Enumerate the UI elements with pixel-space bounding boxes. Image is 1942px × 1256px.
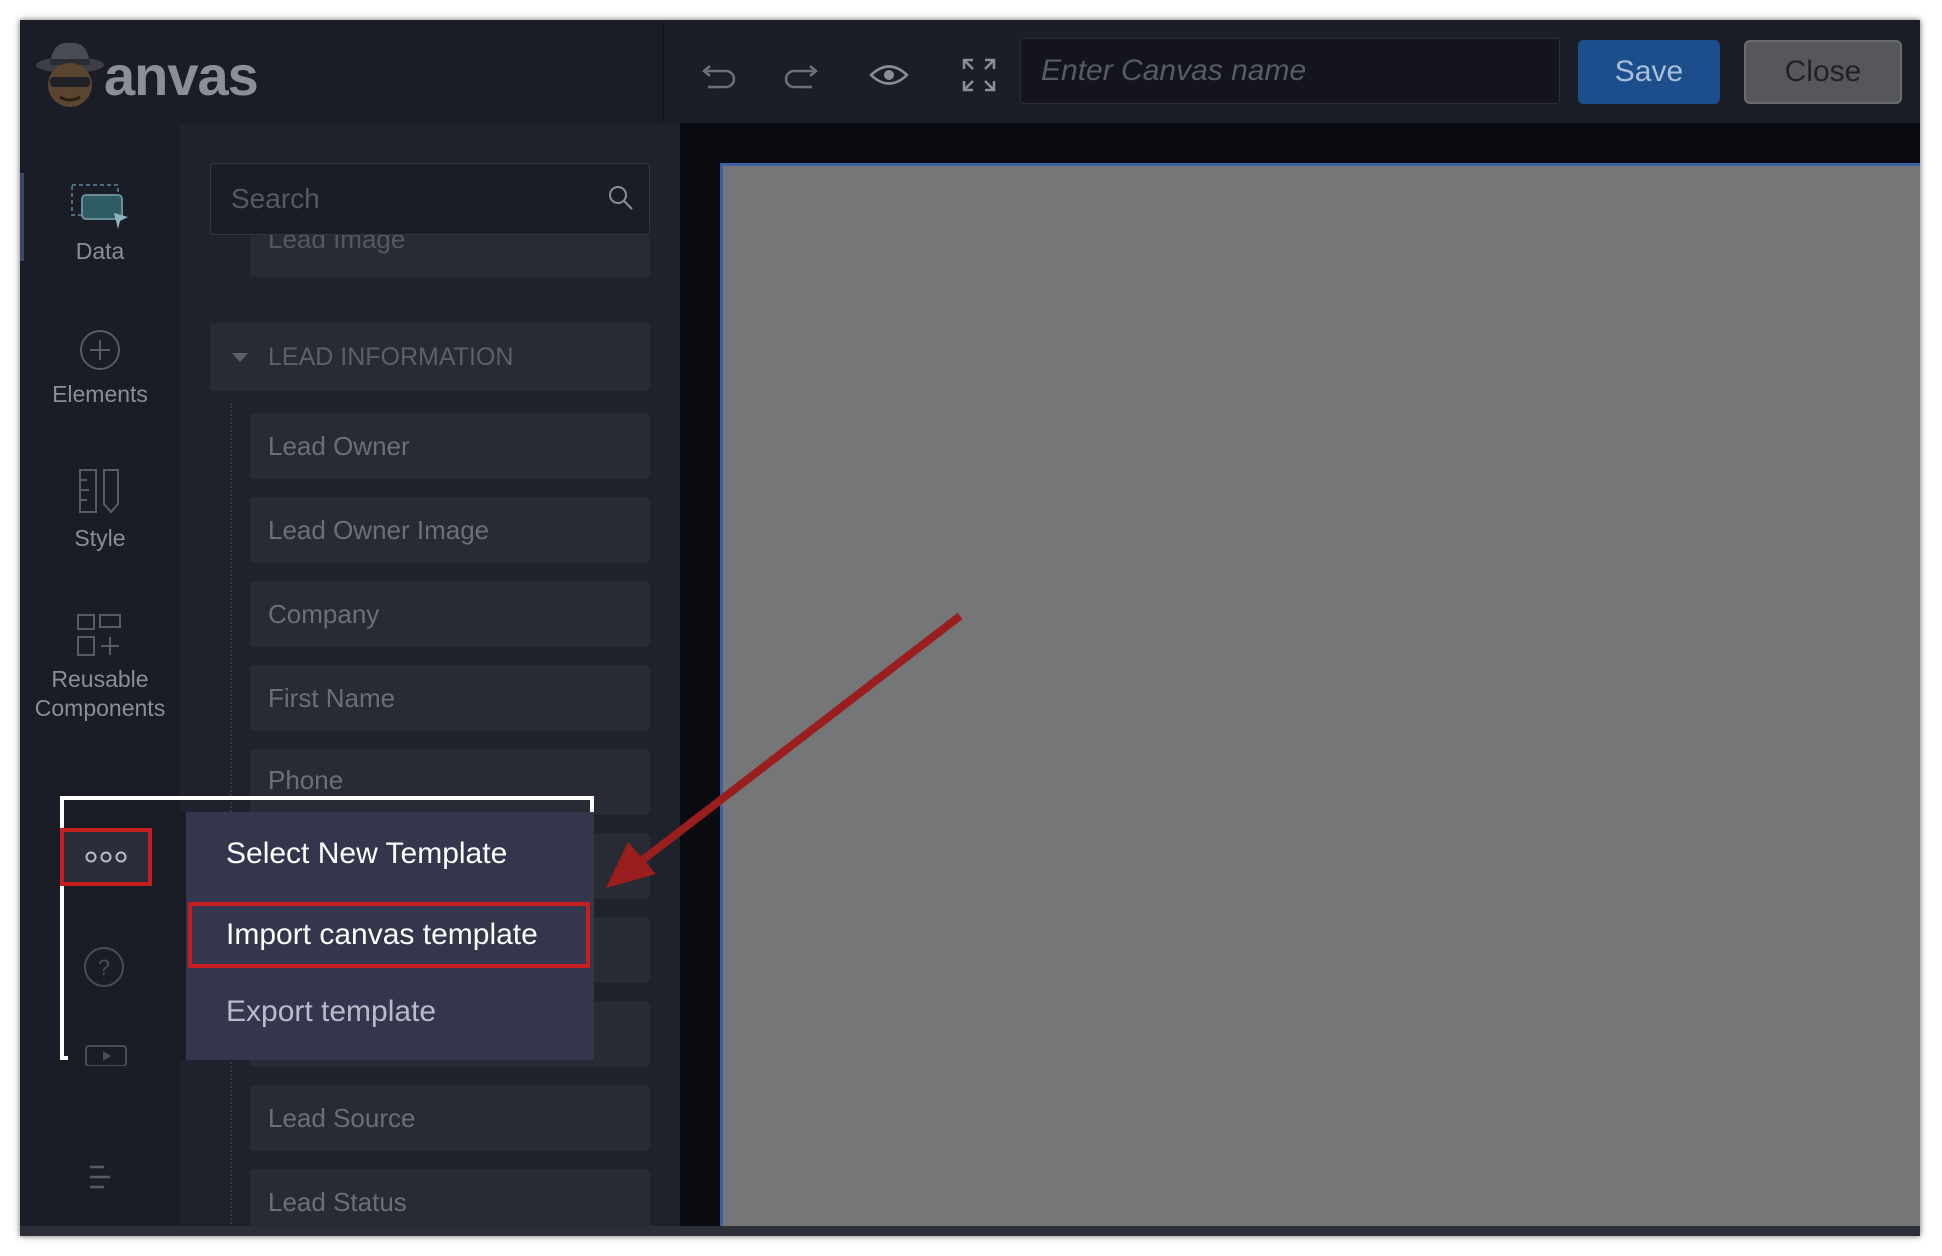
preview-button[interactable] (866, 52, 912, 98)
search-box (210, 163, 650, 235)
field-company[interactable]: Company (250, 581, 650, 647)
help-icon[interactable]: ? (82, 945, 126, 989)
field-first-name[interactable]: First Name (250, 665, 650, 731)
undo-button[interactable] (696, 52, 742, 98)
spy-mascot-icon (36, 42, 104, 107)
nav-elements-label: Elements (52, 381, 148, 407)
design-canvas[interactable] (720, 163, 1920, 1236)
hamburger-icon (90, 1165, 110, 1189)
top-toolbar: anvas Save Close (20, 20, 1920, 123)
save-button[interactable]: Save (1578, 40, 1720, 104)
more-options-button[interactable] (60, 828, 152, 886)
field-partial[interactable]: Lead Image (250, 235, 650, 277)
nav-style-label: Style (74, 525, 126, 551)
svg-text:?: ? (98, 955, 110, 980)
logo-area: anvas (20, 20, 664, 123)
field-lead-owner[interactable]: Lead Owner (250, 413, 650, 479)
more-dots-icon (85, 851, 127, 863)
canvas-workspace (680, 123, 1920, 1236)
menu-lines-button[interactable] (88, 1163, 112, 1196)
left-nav: Data Elements Style Reusable Components (20, 123, 181, 1236)
section-lead-information[interactable]: LEAD INFORMATION (210, 323, 650, 391)
data-panel: Lead Image LEAD INFORMATION Lead Owner L… (180, 123, 680, 1236)
nav-data-label: Data (75, 238, 125, 264)
nav-reusable-label-2: Components (34, 695, 166, 721)
canvas-name-input[interactable] (1020, 38, 1560, 104)
nav-style[interactable]: Style (20, 468, 180, 553)
redo-icon (784, 65, 818, 89)
import-highlight-box (188, 902, 590, 968)
redo-button[interactable] (778, 52, 824, 98)
logo-text: anvas (104, 43, 259, 107)
components-icon (77, 614, 121, 656)
bottom-status-bar (20, 1226, 1920, 1236)
menu-select-new-template[interactable]: Select New Template (226, 824, 507, 884)
nav-reusable-components[interactable]: Reusable Components (20, 613, 180, 723)
nav-reusable-label-1: Reusable (51, 666, 149, 692)
nav-data[interactable]: Data (20, 183, 180, 266)
field-lead-source[interactable]: Lead Source (250, 1085, 650, 1151)
search-input[interactable] (211, 164, 601, 234)
plus-circle-icon (80, 330, 120, 370)
eye-icon (869, 65, 909, 85)
field-lead-owner-image[interactable]: Lead Owner Image (250, 497, 650, 563)
nav-elements[interactable]: Elements (20, 328, 180, 409)
video-icon[interactable] (84, 1044, 128, 1066)
data-select-icon (71, 184, 128, 229)
caret-down-icon (232, 353, 248, 362)
undo-icon (702, 65, 736, 89)
fullscreen-button[interactable] (956, 52, 1002, 98)
search-icon[interactable] (607, 184, 635, 212)
expand-icon (962, 58, 996, 92)
menu-export-template[interactable]: Export template (226, 982, 436, 1042)
ruler-brush-icon (79, 469, 119, 514)
template-menu: Select New Template Import canvas templa… (186, 812, 594, 1060)
canvas-logo: anvas (30, 30, 259, 120)
section-title: LEAD INFORMATION (268, 343, 514, 371)
close-button[interactable]: Close (1744, 40, 1902, 104)
